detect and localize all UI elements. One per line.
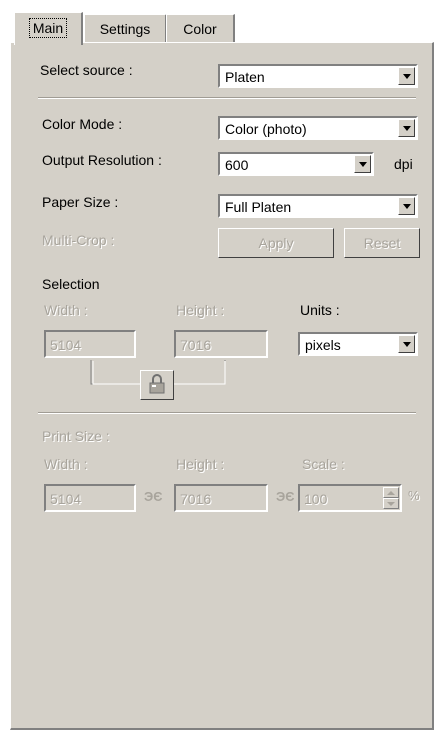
print-width-field[interactable]: 5104 <box>44 484 136 512</box>
tab-color[interactable]: Color <box>166 14 235 43</box>
selection-height-field[interactable]: 7016 <box>174 330 268 358</box>
select-source-label: Select source : <box>40 62 133 78</box>
link-icon: ЭЄ <box>276 489 295 504</box>
print-height-label: Height : <box>176 456 225 472</box>
output-resolution-value: 600 <box>225 157 249 173</box>
proportion-lock-button[interactable] <box>140 370 174 400</box>
output-resolution-dropdown[interactable]: 600 <box>218 152 374 176</box>
output-resolution-label: Output Resolution : <box>42 152 162 168</box>
tab-settings-label: Settings <box>99 21 151 37</box>
link-icon: ЭЄ <box>144 489 163 504</box>
selection-width-field[interactable]: 5104 <box>44 330 136 358</box>
divider <box>38 412 416 414</box>
tab-settings[interactable]: Settings <box>84 14 167 43</box>
print-height-field[interactable]: 7016 <box>174 484 268 512</box>
chevron-down-icon[interactable] <box>398 197 415 215</box>
divider <box>38 97 416 99</box>
spin-down-icon[interactable] <box>383 498 399 509</box>
selection-title: Selection <box>42 276 100 292</box>
selection-height-label: Height : <box>176 302 225 318</box>
units-value: pixels <box>305 337 341 353</box>
scale-label: Scale : <box>302 456 345 472</box>
paper-size-dropdown[interactable]: Full Platen <box>218 194 418 218</box>
print-size-title: Print Size : <box>42 428 110 444</box>
paper-size-value: Full Platen <box>225 199 292 215</box>
chevron-down-icon[interactable] <box>398 335 415 353</box>
print-width-label: Width : <box>44 456 88 472</box>
multi-crop-label: Multi-Crop : <box>42 232 115 248</box>
chevron-down-icon[interactable] <box>398 119 415 137</box>
spin-up-icon[interactable] <box>383 487 399 498</box>
selection-width-value: 5104 <box>50 337 82 353</box>
print-width-value: 5104 <box>50 491 82 507</box>
tab-color-label: Color <box>183 21 217 37</box>
chevron-down-icon[interactable] <box>398 67 415 85</box>
chevron-down-icon[interactable] <box>354 155 371 173</box>
units-label: Units : <box>300 302 340 318</box>
selection-width-label: Width : <box>44 302 88 318</box>
selection-height-value: 7016 <box>180 337 212 353</box>
color-mode-value: Color (photo) <box>225 121 307 137</box>
apply-button[interactable]: Apply <box>218 228 334 258</box>
paper-size-label: Paper Size : <box>42 194 119 210</box>
color-mode-label: Color Mode : <box>42 116 123 132</box>
select-source-dropdown[interactable]: Platen <box>218 64 418 88</box>
scale-value: 100 <box>304 491 328 507</box>
color-mode-dropdown[interactable]: Color (photo) <box>218 116 418 140</box>
units-dropdown[interactable]: pixels <box>298 332 418 356</box>
select-source-value: Platen <box>225 69 265 85</box>
reset-button[interactable]: Reset <box>344 228 420 258</box>
tab-main[interactable]: Main <box>14 12 83 45</box>
dpi-unit-label: dpi <box>394 156 413 172</box>
percent-label: % <box>408 488 420 503</box>
print-height-value: 7016 <box>180 491 212 507</box>
tab-main-label: Main <box>28 18 68 38</box>
proportion-lock-icon <box>149 374 165 394</box>
scale-field[interactable]: 100 <box>298 484 402 512</box>
